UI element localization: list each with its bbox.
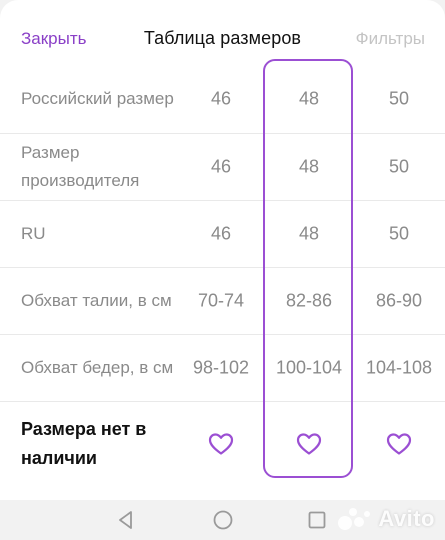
cell-waist-1: 70-74 (197, 290, 245, 311)
cell-waist-2: 82-86 (285, 290, 333, 311)
out-of-stock-label: Размера нет в наличии (21, 418, 147, 468)
header: Закрыть Таблица размеров Фильтры (0, 0, 445, 62)
cell-hips-2: 100-104 (275, 357, 343, 378)
cell-manufacturer-size-48: 48 (298, 156, 320, 177)
avito-watermark: Avito (336, 506, 435, 532)
heart-icon[interactable] (386, 432, 412, 456)
table-row: Обхват талии, в см 70-74 82-86 86-90 (0, 267, 445, 334)
cell-hips-3: 104-108 (365, 357, 433, 378)
watermark-text: Avito (378, 506, 435, 531)
row-label-ru: RU (21, 224, 46, 243)
cell-russian-size-46: 46 (210, 88, 232, 108)
table-row: Российский размер 46 48 50 (0, 64, 445, 133)
row-label-manufacturer-size: Размер производителя (21, 143, 140, 190)
row-label-russian-size: Российский размер (21, 88, 174, 108)
cell-waist-3: 86-90 (375, 290, 423, 311)
row-label-hips: Обхват бедер, в см (21, 358, 174, 377)
heart-icon[interactable] (208, 432, 234, 456)
table-row: Размер производителя 46 48 50 (0, 133, 445, 200)
filters-button[interactable]: Фильтры (356, 29, 425, 49)
cell-manufacturer-size-46: 46 (210, 156, 232, 177)
cell-russian-size-50: 50 (388, 88, 410, 108)
cell-hips-1: 98-102 (192, 357, 250, 378)
square-recent-icon[interactable] (303, 506, 331, 534)
avito-logo-icon (338, 508, 371, 530)
table-row: Обхват бедер, в см 98-102 100-104 104-10… (0, 334, 445, 401)
cell-ru-50: 50 (388, 223, 410, 244)
row-label-waist: Обхват талии, в см (21, 291, 172, 310)
size-table: Российский размер 46 48 50 Размер произв… (0, 64, 445, 485)
cell-manufacturer-size-50: 50 (388, 156, 410, 177)
cell-russian-size-48: 48 (298, 88, 320, 108)
size-chart-sheet: Закрыть Таблица размеров Фильтры Российс… (0, 0, 445, 500)
cell-ru-48: 48 (298, 223, 320, 244)
heart-icon[interactable] (296, 432, 322, 456)
triangle-back-icon[interactable] (112, 506, 140, 534)
circle-home-icon[interactable] (209, 506, 237, 534)
cell-ru-46: 46 (210, 223, 232, 244)
table-row: RU 46 48 50 (0, 200, 445, 267)
table-row-out-of-stock: Размера нет в наличии (0, 401, 445, 485)
